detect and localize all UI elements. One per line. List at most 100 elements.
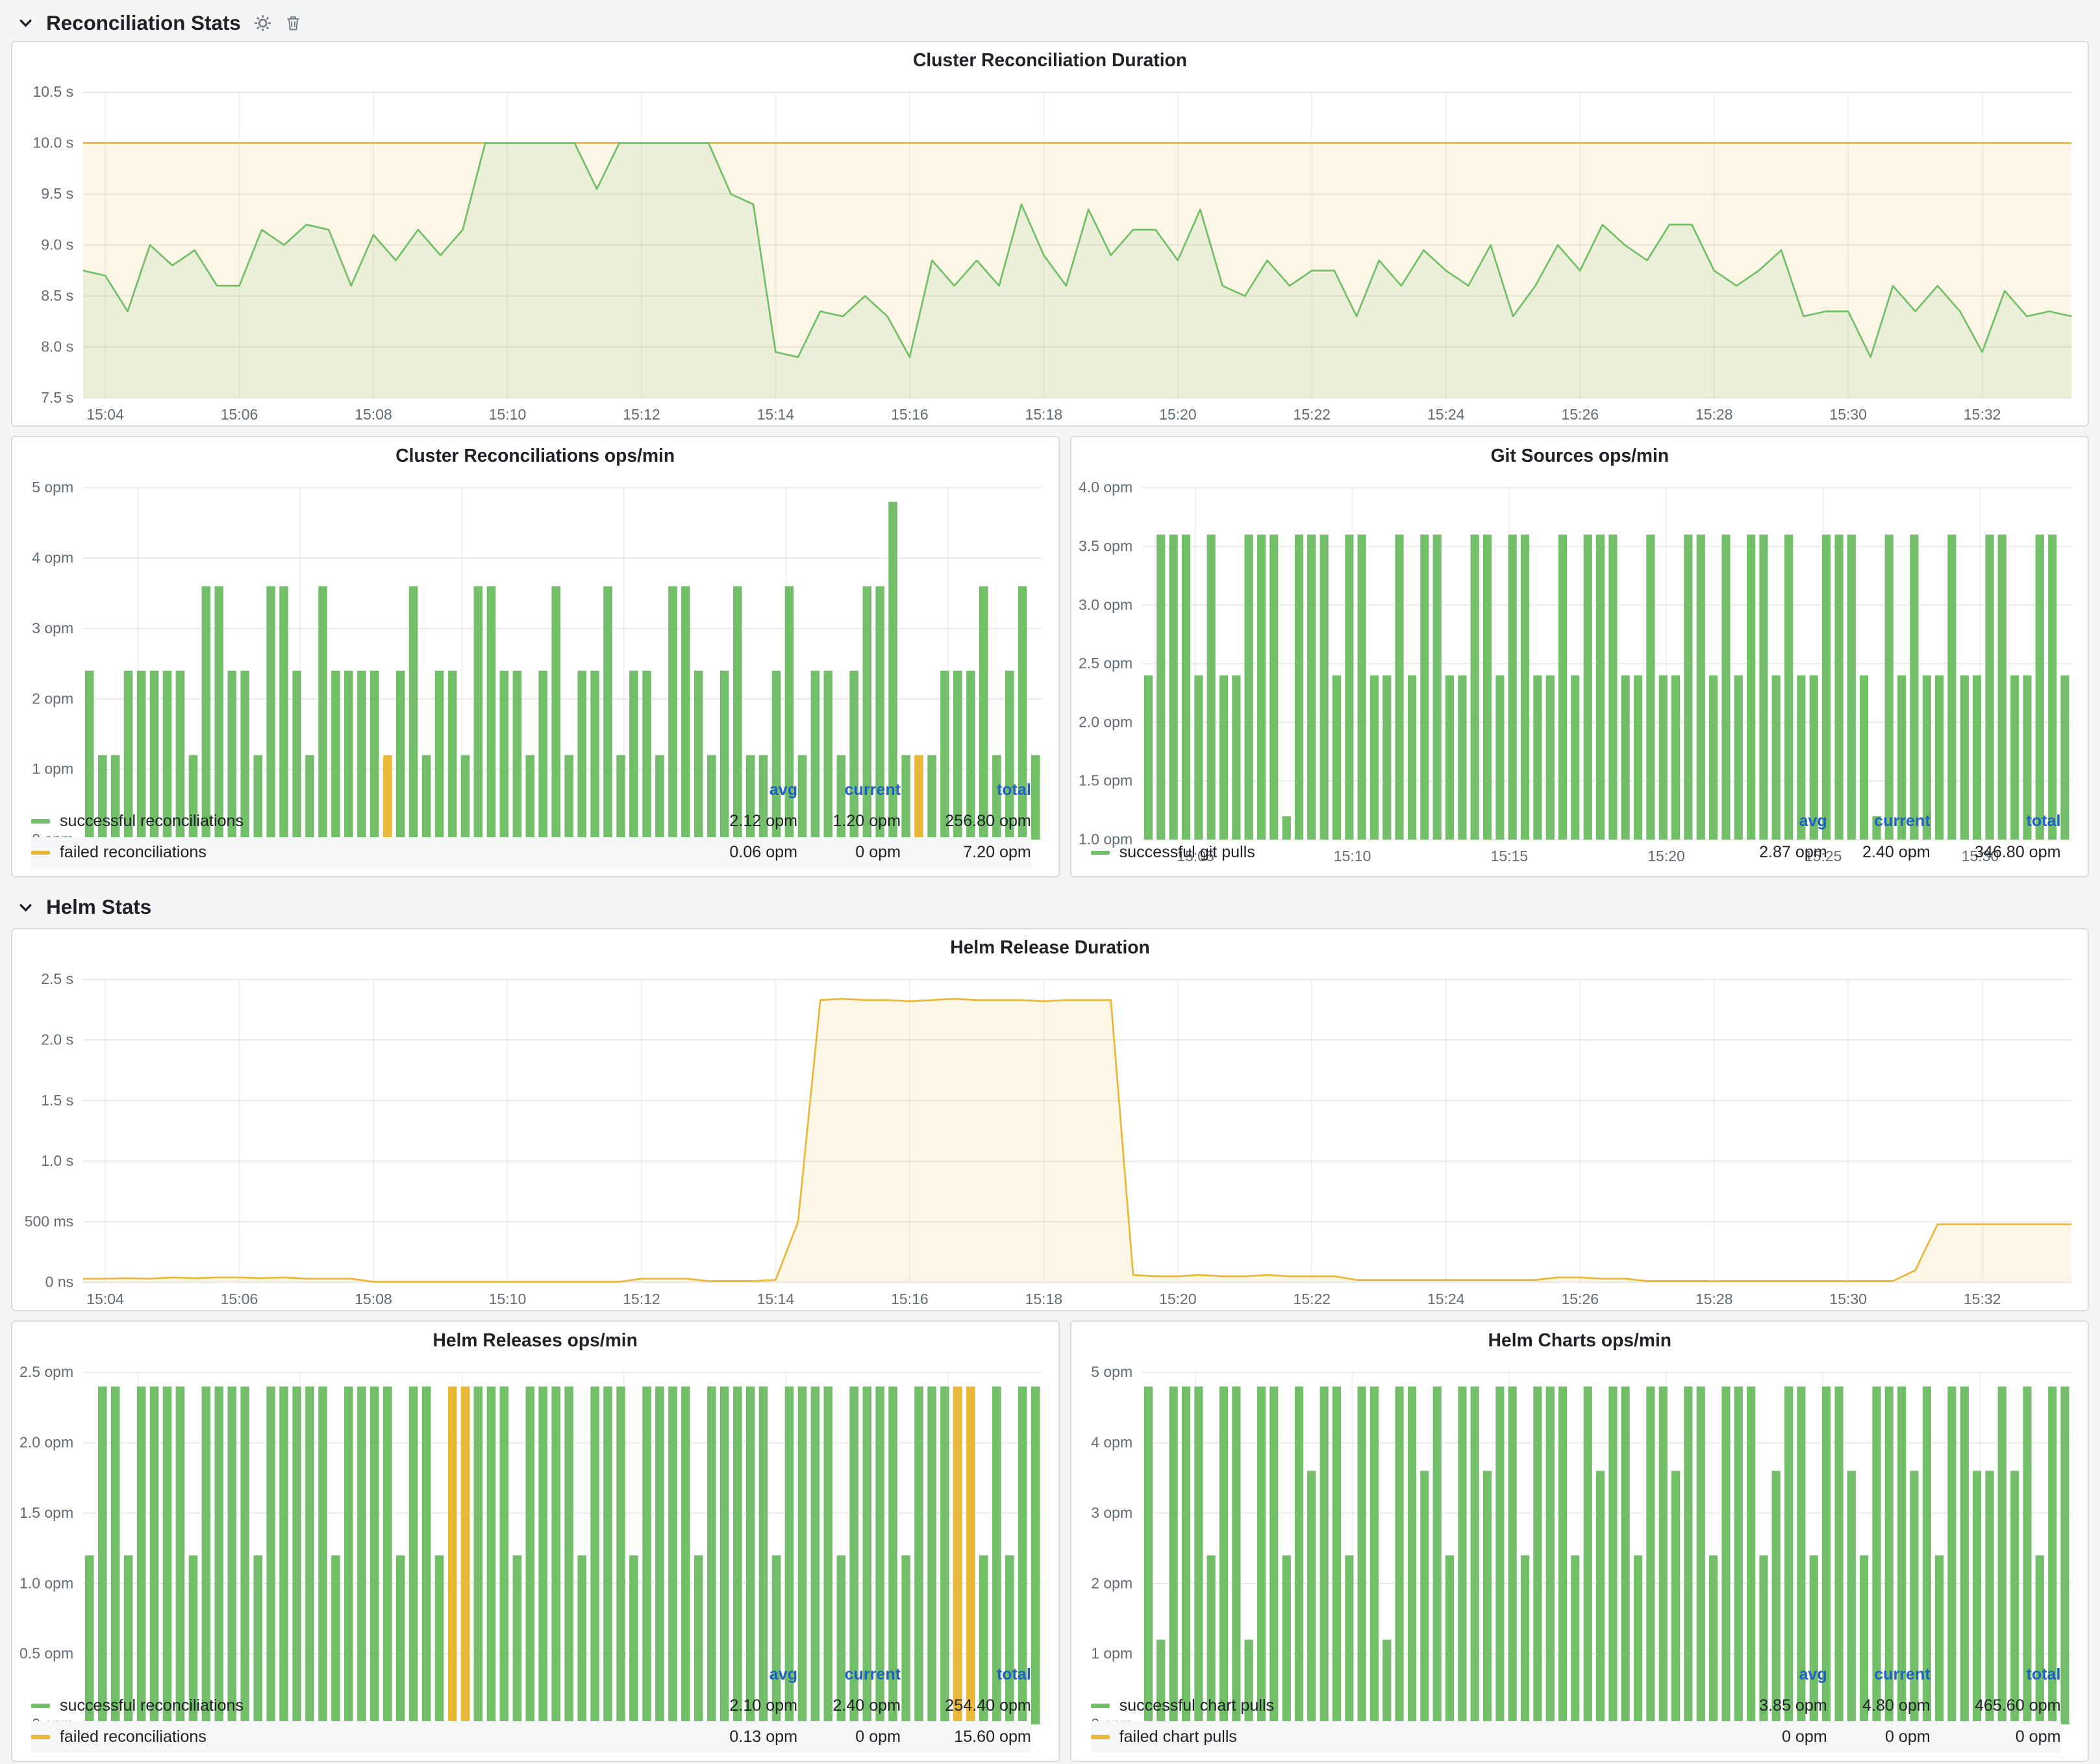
legend-sort-current[interactable]: current — [1827, 812, 1931, 831]
svg-text:2.0 s: 2.0 s — [41, 1031, 73, 1048]
panel-git-sources-ops: Git Sources ops/min 15:0515:1015:1515:20… — [1070, 436, 2089, 877]
section-header-helm-stats[interactable]: Helm Stats — [0, 887, 2100, 928]
svg-text:15:28: 15:28 — [1695, 1291, 1733, 1307]
legend-sort-avg[interactable]: avg — [1724, 812, 1827, 831]
legend-sort-total[interactable]: total — [901, 781, 1031, 800]
panel-title[interactable]: Cluster Reconciliation Duration — [12, 42, 2088, 79]
chart-svg: 15:0415:0615:0815:1015:1215:1415:1615:18… — [12, 79, 2088, 425]
svg-text:15:30: 15:30 — [1829, 1291, 1867, 1307]
series-color-swatch — [1091, 851, 1110, 855]
svg-text:1.5 opm: 1.5 opm — [19, 1504, 73, 1521]
legend-row: successful reconciliations2.10 opm2.40 o… — [31, 1690, 1031, 1721]
legend-row: successful chart pulls3.85 opm4.80 opm46… — [1091, 1690, 2061, 1721]
panel-title[interactable]: Git Sources ops/min — [1071, 437, 2088, 473]
svg-text:15:06: 15:06 — [221, 406, 258, 423]
git-sources-ops-chart[interactable]: 15:0515:1015:1515:2015:2515:301.0 opm1.5… — [1071, 474, 2088, 805]
svg-text:15:10: 15:10 — [488, 1291, 526, 1307]
svg-text:15:12: 15:12 — [623, 406, 660, 423]
legend-sort-total[interactable]: total — [901, 1665, 1031, 1684]
svg-text:7.5 s: 7.5 s — [41, 389, 73, 406]
legend-series-name[interactable]: failed reconciliations — [31, 1728, 694, 1746]
section-header-reconciliation-stats[interactable]: Reconciliation Stats — [0, 5, 2100, 40]
legend-sort-total[interactable]: total — [1931, 1665, 2061, 1684]
grafana-dashboard: Reconciliation Stats Cluster Reconciliat… — [0, 0, 2100, 1763]
svg-text:15:04: 15:04 — [86, 1291, 124, 1307]
chart-legend: avgcurrenttotal successful reconciliation… — [12, 773, 1058, 876]
svg-text:15:32: 15:32 — [1964, 406, 2001, 423]
legend-sort-avg[interactable]: avg — [694, 1665, 797, 1684]
panel-helm-releases-ops: Helm Releases ops/min 15:0515:1015:1515:… — [11, 1320, 1060, 1762]
legend-value: 0.13 opm — [694, 1728, 797, 1746]
svg-text:15:14: 15:14 — [756, 1291, 794, 1307]
svg-text:500 ms: 500 ms — [24, 1213, 73, 1230]
legend-series-name[interactable]: successful chart pulls — [1091, 1696, 1724, 1715]
panel-title[interactable]: Cluster Reconciliations ops/min — [12, 437, 1058, 473]
svg-text:15:24: 15:24 — [1427, 406, 1465, 423]
svg-text:2.5 opm: 2.5 opm — [19, 1363, 73, 1380]
legend-value: 2.40 opm — [1827, 843, 1931, 862]
legend-series-name[interactable]: successful git pulls — [1091, 843, 1724, 862]
helm-releases-ops-chart[interactable]: 15:0515:1015:1515:2015:2515:300 opm0.5 o… — [12, 1359, 1058, 1657]
svg-text:2.0 opm: 2.0 opm — [19, 1433, 73, 1450]
legend-value: 4.80 opm — [1827, 1696, 1931, 1715]
panel-cluster-reconciliations-ops: Cluster Reconciliations ops/min 15:0515:… — [11, 436, 1060, 877]
chevron-down-icon[interactable] — [18, 900, 34, 916]
svg-text:5 opm: 5 opm — [32, 479, 73, 496]
svg-text:15:26: 15:26 — [1561, 406, 1599, 423]
svg-text:15:16: 15:16 — [891, 406, 929, 423]
svg-text:4.0 opm: 4.0 opm — [1079, 479, 1132, 496]
legend-row: successful reconciliations2.12 opm1.20 o… — [31, 806, 1031, 837]
chart-svg: 15:0415:0615:0815:1015:1215:1415:1615:18… — [12, 966, 2088, 1309]
svg-text:3.5 opm: 3.5 opm — [1079, 538, 1132, 555]
helm-charts-ops-chart[interactable]: 15:0515:1015:1515:2015:2515:300 opm1 opm… — [1071, 1359, 2088, 1657]
legend-sort-current[interactable]: current — [1827, 1665, 1931, 1684]
svg-text:3 opm: 3 opm — [1092, 1504, 1133, 1521]
legend-value: 0 opm — [797, 1728, 901, 1746]
chevron-down-icon[interactable] — [18, 15, 34, 31]
panel-title[interactable]: Helm Charts ops/min — [1071, 1322, 2088, 1358]
helm-release-duration-chart[interactable]: 15:0415:0615:0815:1015:1215:1415:1615:18… — [12, 966, 2088, 1309]
legend-row: failed reconciliations0.13 opm0 opm15.60… — [31, 1721, 1031, 1752]
legend-sort-total[interactable]: total — [1931, 812, 2061, 831]
svg-text:15:04: 15:04 — [86, 406, 124, 423]
svg-text:15:10: 15:10 — [488, 406, 526, 423]
svg-text:3.0 opm: 3.0 opm — [1079, 596, 1132, 613]
legend-sort-current[interactable]: current — [797, 1665, 901, 1684]
section-title[interactable]: Reconciliation Stats — [46, 12, 241, 35]
svg-text:15:30: 15:30 — [1829, 406, 1867, 423]
legend-sort-current[interactable]: current — [797, 781, 901, 800]
legend-value: 2.87 opm — [1724, 843, 1827, 862]
series-color-swatch — [31, 1704, 50, 1707]
cluster-reconciliations-ops-chart[interactable]: 15:0515:1015:1515:2015:2515:300 opm1 opm… — [12, 474, 1058, 773]
legend-series-name[interactable]: failed reconciliations — [31, 843, 694, 862]
legend-sort-avg[interactable]: avg — [1724, 1665, 1827, 1684]
svg-text:9.5 s: 9.5 s — [41, 185, 73, 202]
svg-text:15:20: 15:20 — [1159, 1291, 1197, 1307]
svg-text:10.5 s: 10.5 s — [32, 83, 73, 100]
svg-text:2.5 opm: 2.5 opm — [1079, 655, 1132, 672]
trash-icon[interactable] — [284, 14, 302, 32]
series-color-swatch — [31, 819, 50, 823]
svg-text:4 opm: 4 opm — [32, 549, 73, 566]
legend-value: 254.40 opm — [901, 1696, 1031, 1715]
panel-title[interactable]: Helm Releases ops/min — [12, 1322, 1058, 1358]
legend-value: 0 opm — [1931, 1728, 2061, 1746]
legend-value: 15.60 opm — [901, 1728, 1031, 1746]
legend-series-name[interactable]: successful reconciliations — [31, 812, 694, 831]
svg-text:15:22: 15:22 — [1293, 406, 1331, 423]
cluster-reconciliation-duration-chart[interactable]: 15:0415:0615:0815:1015:1215:1415:1615:18… — [12, 79, 2088, 425]
legend-series-name[interactable]: successful reconciliations — [31, 1696, 694, 1715]
legend-sort-avg[interactable]: avg — [694, 781, 797, 800]
panel-title[interactable]: Helm Release Duration — [12, 929, 2088, 966]
chart-legend: avgcurrenttotal successful reconciliation… — [12, 1657, 1058, 1761]
svg-text:15:28: 15:28 — [1695, 406, 1733, 423]
panel-helm-release-duration: Helm Release Duration 15:0415:0615:0815:… — [11, 928, 2090, 1311]
legend-value: 7.20 opm — [901, 843, 1031, 862]
svg-text:1.5 opm: 1.5 opm — [1079, 772, 1132, 789]
legend-series-name[interactable]: failed chart pulls — [1091, 1728, 1724, 1746]
gear-icon[interactable] — [253, 14, 272, 32]
svg-text:15:18: 15:18 — [1025, 1291, 1062, 1307]
svg-text:1.0 s: 1.0 s — [41, 1152, 73, 1169]
svg-text:2 opm: 2 opm — [32, 690, 73, 707]
section-title[interactable]: Helm Stats — [46, 896, 151, 919]
